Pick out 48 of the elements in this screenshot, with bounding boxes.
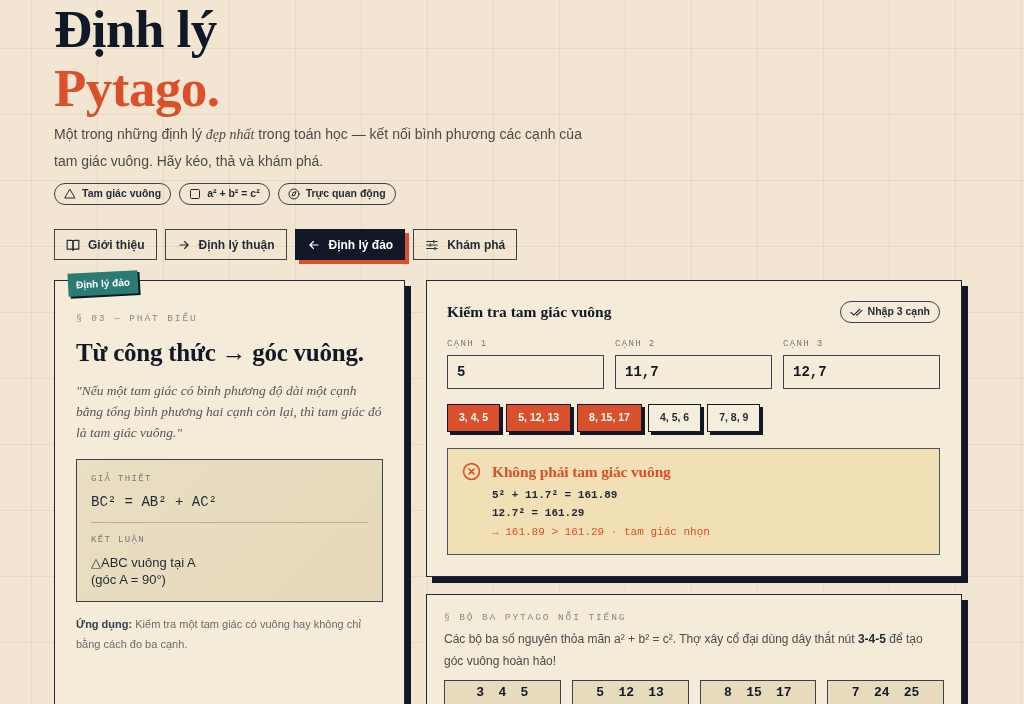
preset-button[interactable]: 4, 5, 6 — [647, 404, 702, 432]
preset-button[interactable]: 7, 8, 9 — [707, 404, 761, 432]
square-icon — [189, 188, 202, 200]
section-eyebrow: § 03 — PHÁT BIỂU — [76, 312, 199, 326]
conclusion-text: (góc A = 90°) — [91, 571, 166, 588]
statement-heading: Từ công thức → góc vuông. — [76, 338, 365, 368]
result-title: Không phải tam giác vuông — [492, 462, 671, 482]
triples-description: Các bộ ba số nguyên thỏa mãn a² + b² = c². Thợ xây cổ đại dùng dây thắt nút 3-4-5 để tạo góc vuông hoàn hảo! — [444, 630, 924, 670]
triple-tile: 3 4 5 — [444, 680, 561, 704]
triple-tile: 5 12 13 — [571, 680, 689, 704]
error-icon — [462, 462, 481, 481]
chip-label: Tam giác vuông — [82, 186, 162, 202]
preset-button[interactable]: 3, 4, 5 — [447, 404, 501, 432]
checker-title: Kiểm tra tam giác vuông — [447, 302, 612, 322]
verdict-line: → 161.89 > 161.29 · tam giác nhọn — [492, 525, 710, 540]
calculation-line: 12.7² = 161.29 — [492, 506, 585, 521]
calculation-line: 5² + 11.7² = 161.89 — [492, 488, 618, 503]
side-input[interactable]: 12,7 — [783, 355, 940, 389]
title-text: Định lý — [54, 0, 217, 59]
conclusion-label: KẾT LUẬN — [91, 534, 146, 546]
preset-button[interactable]: 8, 15, 17 — [577, 404, 642, 432]
section-eyebrow: § BỘ BA PYTAGO NỔI TIẾNG — [444, 611, 627, 625]
section-tag: Định lý đảo — [67, 270, 139, 297]
side-input[interactable]: 5 — [447, 355, 604, 389]
preset-button[interactable]: 5, 12, 13 — [506, 404, 572, 432]
nav-tab[interactable]: Giới thiệu — [54, 229, 157, 260]
side-label: CẠNH 2 — [615, 338, 656, 350]
intro-text: Một trong những định lý đẹp nhất trong toán học — kết nối bình phương các cạnh của tam giác vuông. Hãy kéo, thả và khám phá. — [54, 125, 583, 171]
hypothesis-formula: BC² = AB² + AC² — [91, 493, 219, 511]
application-note: Ứng dụng: Kiểm tra một tam giác có vuông hay không chỉ bằng cách đo ba cạnh. — [76, 617, 362, 652]
badge-label: Nhập 3 cạnh — [867, 304, 930, 320]
nav-tab[interactable]: Định lý thuận — [164, 229, 287, 260]
chip-label: Trực quan động — [305, 186, 386, 202]
side-label: CẠNH 3 — [783, 338, 824, 350]
triple-tile: 8 15 17 — [699, 680, 817, 704]
compass-icon — [287, 188, 300, 200]
theorem-quote: "Nếu một tam giác có bình phương độ dài một cạnh bằng tổng bình phương hai cạnh còn lại, thì tam giác đó là tam giác vuông." — [76, 382, 383, 442]
nav-tab[interactable]: Khám phá — [413, 229, 518, 260]
side-label: CẠNH 1 — [447, 338, 488, 350]
triangle-icon — [64, 188, 76, 200]
title-highlight: Pytago. — [54, 59, 220, 118]
side-input[interactable]: 11,7 — [615, 355, 772, 389]
book-icon — [66, 237, 80, 252]
sliders-icon — [425, 237, 440, 252]
conclusion-text: △ABC vuông tại A — [91, 554, 196, 571]
hypothesis-label: GIẢ THIẾT — [91, 473, 153, 485]
chip-label: a² + b² = c² — [207, 186, 260, 202]
triple-tile: 7 24 25 — [827, 680, 944, 704]
